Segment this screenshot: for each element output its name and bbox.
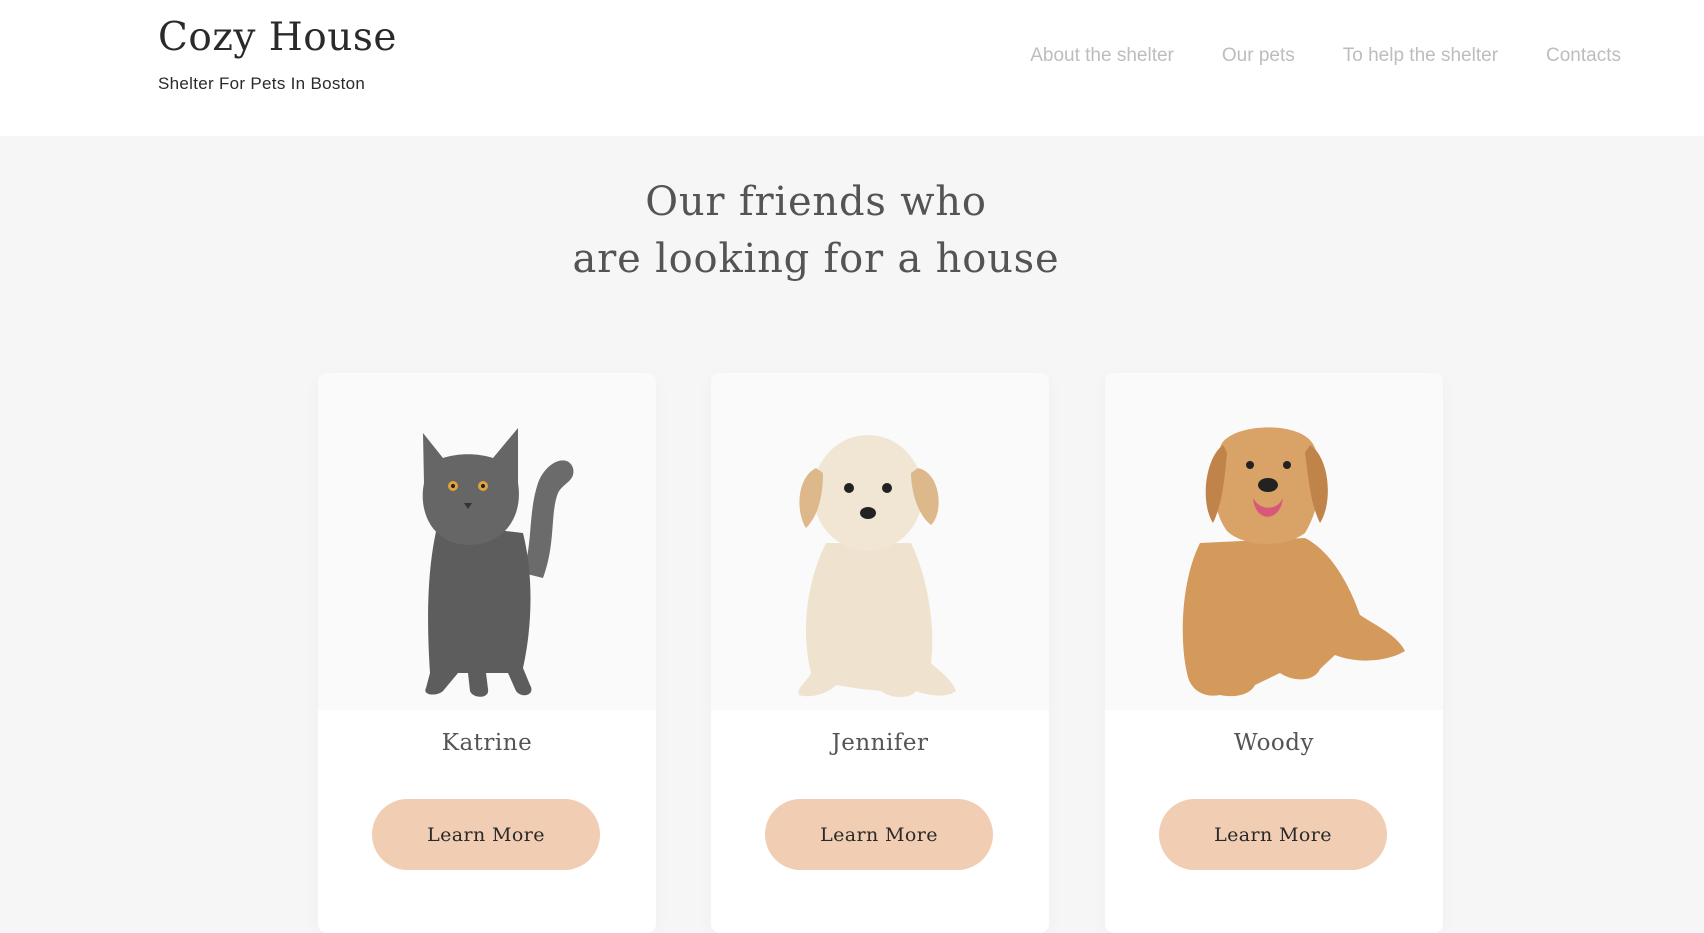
pets-section: Our friends who are looking for a house …	[0, 136, 1704, 933]
heading-line-1: Our friends who	[645, 179, 987, 225]
site-header: Cozy House Shelter For Pets In Boston Ab…	[0, 0, 1704, 136]
learn-more-button[interactable]: Learn More	[372, 799, 600, 870]
golden-retriever-photo	[1105, 373, 1443, 710]
nav-help-shelter[interactable]: To help the shelter	[1343, 45, 1498, 67]
main-nav: About the shelter Our pets To help the s…	[1030, 45, 1621, 67]
nav-about-shelter[interactable]: About the shelter	[1030, 45, 1174, 67]
section-heading: Our friends who are looking for a house	[0, 174, 1704, 288]
pet-name: Katrine	[441, 730, 533, 756]
logo-title[interactable]: Cozy House	[158, 14, 397, 62]
logo[interactable]: Cozy House Shelter For Pets In Boston	[158, 14, 397, 94]
puppy-photo	[711, 373, 1049, 710]
nav-our-pets[interactable]: Our pets	[1222, 45, 1295, 67]
pet-card[interactable]: Woody Learn More	[1105, 373, 1443, 933]
learn-more-button[interactable]: Learn More	[765, 799, 993, 870]
pet-name: Jennifer	[831, 730, 929, 756]
logo-subtitle: Shelter For Pets In Boston	[158, 74, 366, 93]
heading-line-2: are looking for a house	[572, 236, 1060, 282]
cat-photo	[318, 373, 656, 710]
pet-card[interactable]: Jennifer Learn More	[711, 373, 1049, 933]
pet-name: Woody	[1234, 730, 1314, 756]
pet-card[interactable]: Katrine Learn More	[318, 373, 656, 933]
nav-contacts[interactable]: Contacts	[1546, 45, 1621, 67]
learn-more-button[interactable]: Learn More	[1159, 799, 1387, 870]
